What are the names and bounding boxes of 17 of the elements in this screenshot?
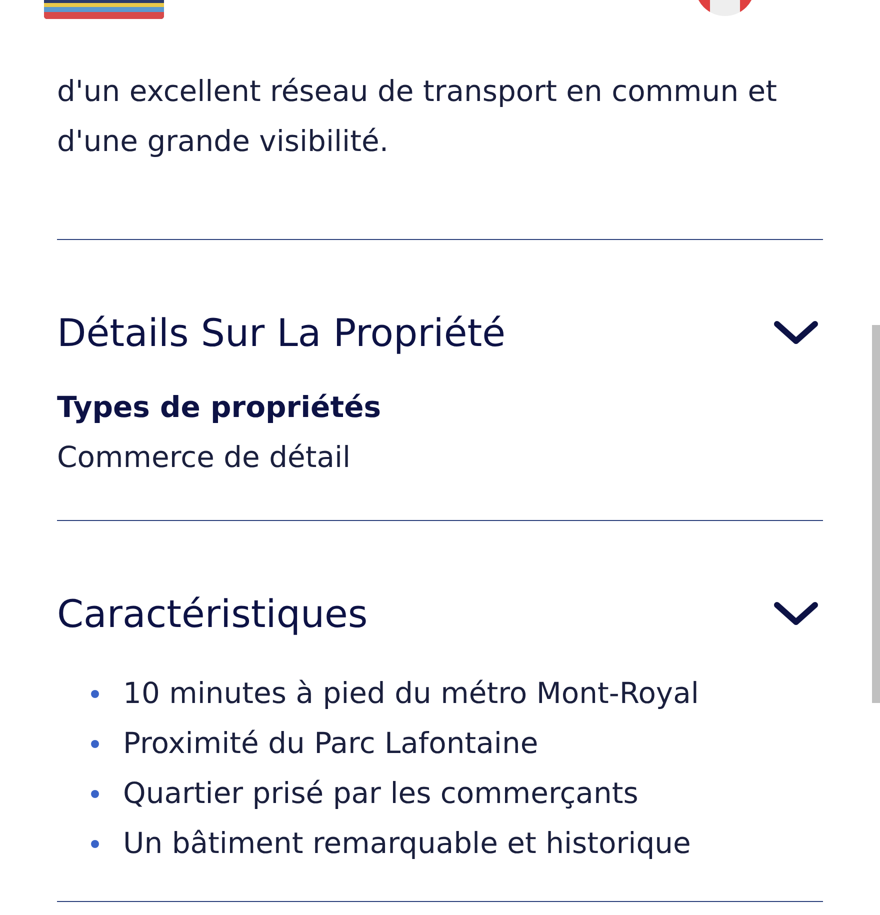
- section-heading[interactable]: Caractéristiques: [57, 589, 368, 639]
- feature-text: 10 minutes à pied du métro Mont-Royal: [123, 675, 699, 712]
- section-heading[interactable]: Détails Sur La Propriété: [57, 308, 506, 358]
- bullet-icon: [91, 690, 99, 698]
- chevron-icon[interactable]: [773, 320, 819, 346]
- chevron-icon[interactable]: [773, 601, 819, 627]
- feature-text: Proximité du Parc Lafontaine: [123, 725, 538, 762]
- scrollbar[interactable]: [872, 325, 880, 703]
- bullet-icon: [91, 740, 99, 748]
- field-label: Types de propriétés: [57, 389, 382, 426]
- flag-icon[interactable]: [44, 0, 164, 19]
- feature-text: Quartier prisé par les commerçants: [123, 775, 638, 812]
- field-value: Commerce de détail: [57, 439, 352, 476]
- feature-text: Un bâtiment remarquable et historique: [123, 825, 691, 862]
- bullet-icon: [91, 840, 99, 848]
- bullet-icon: [91, 790, 99, 798]
- description-text: d'un excellent réseau de transport en commun et d'une grande visibilité.: [57, 73, 778, 160]
